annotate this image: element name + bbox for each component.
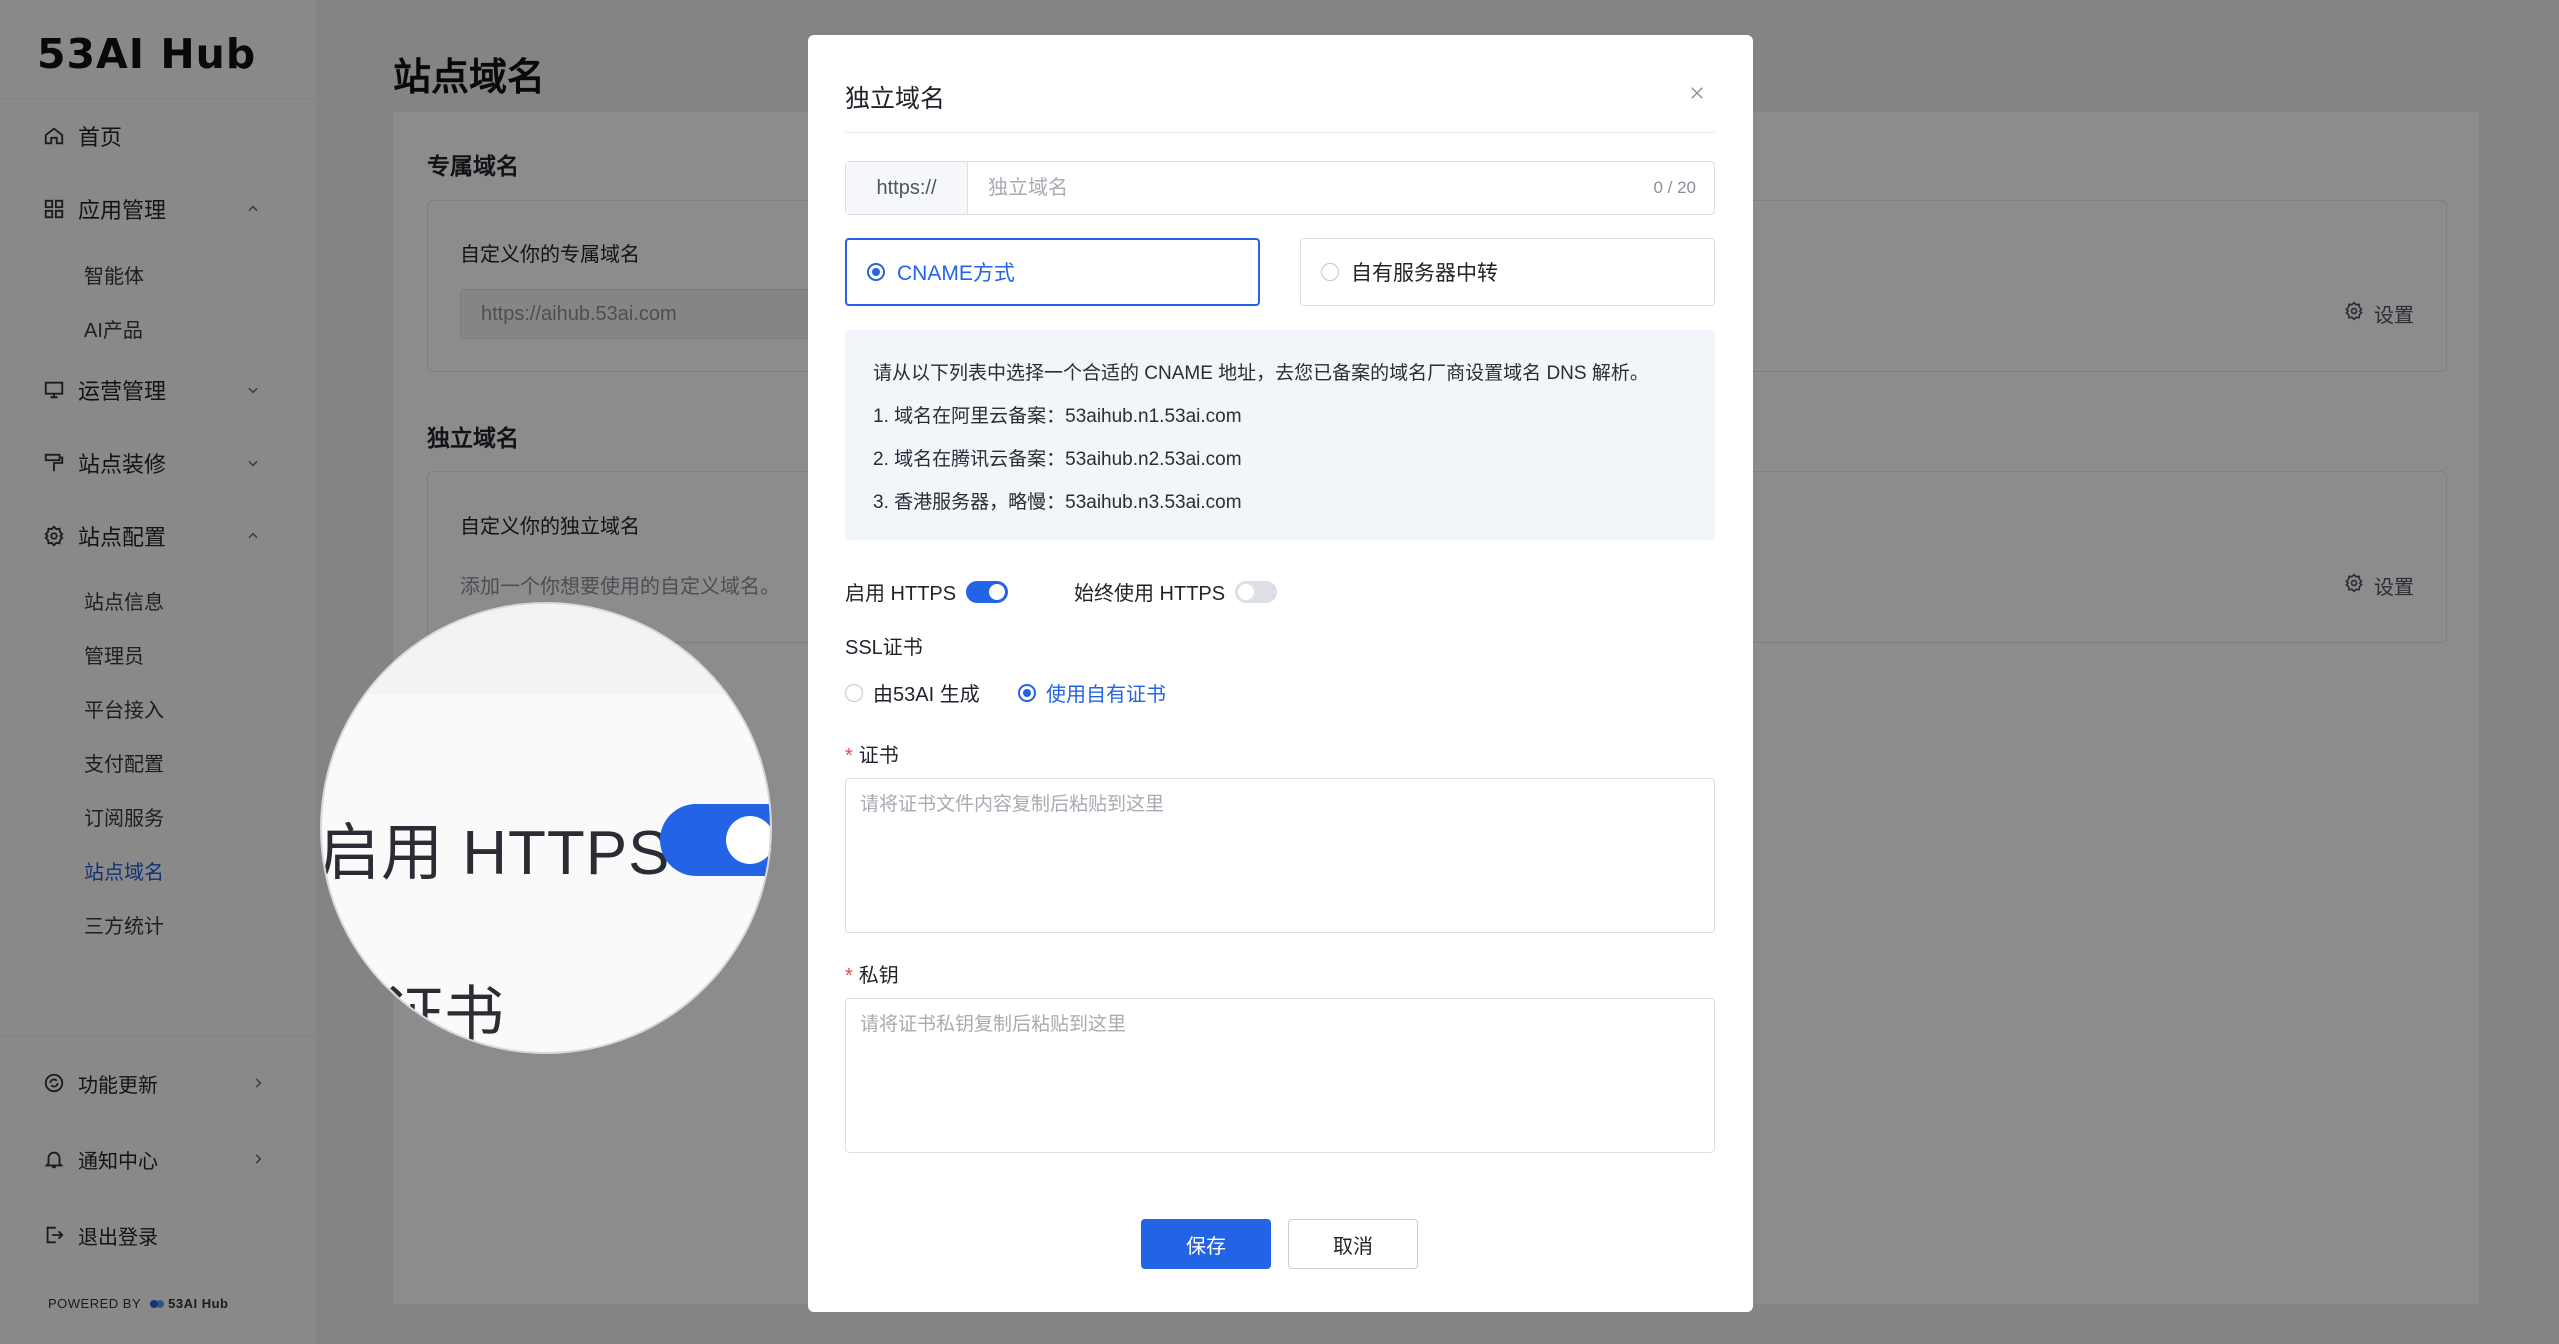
enable-https-label: 启用 HTTPS <box>845 583 957 605</box>
required-mark: * <box>845 745 853 767</box>
radio-unchecked-icon <box>1321 263 1339 281</box>
mode-proxy-option[interactable]: 自有服务器中转 <box>1300 238 1715 306</box>
cert-textarea[interactable] <box>845 778 1715 933</box>
enable-https-toggle[interactable] <box>966 580 1009 603</box>
key-label: * 私钥 <box>845 959 899 988</box>
ssl-option-generated-label: 由53AI 生成 <box>873 684 980 706</box>
cert-label: * 证书 <box>845 739 899 768</box>
mode-proxy-label: 自有服务器中转 <box>1351 262 1498 285</box>
mode-cname-label: CNAME方式 <box>897 262 1015 285</box>
char-count: 0 / 20 <box>1653 178 1696 197</box>
always-https-row: 始终使用 HTTPS <box>1074 577 1278 606</box>
mode-cname-option[interactable]: CNAME方式 <box>845 238 1260 306</box>
info-line: 请从以下列表中选择一个合适的 CNAME 地址，去您已备案的域名厂商设置域名 D… <box>873 363 1649 384</box>
ssl-option-own[interactable]: 使用自有证书 <box>1018 678 1166 707</box>
info-line: 2. 域名在腾讯云备案：53aihub.n2.53ai.com <box>873 449 1242 470</box>
domain-url-group: https:// 0 / 20 <box>845 161 1715 215</box>
always-https-toggle[interactable] <box>1235 580 1278 603</box>
save-button[interactable]: 保存 <box>1141 1219 1271 1269</box>
ssl-option-own-label: 使用自有证书 <box>1046 684 1166 706</box>
url-prefix: https:// <box>846 162 968 214</box>
divider <box>845 132 1715 133</box>
enable-https-row: 启用 HTTPS <box>845 577 1009 606</box>
always-https-label: 始终使用 HTTPS <box>1074 583 1226 605</box>
toggle-knob <box>1238 583 1255 600</box>
zoom-magnifier: 启用 HTTPS 证书 <box>322 604 770 1052</box>
modal-title: 独立域名 <box>845 85 946 113</box>
info-line: 3. 香港服务器，略慢：53aihub.n3.53ai.com <box>873 492 1242 513</box>
radio-checked-icon <box>1018 683 1036 702</box>
domain-input[interactable] <box>968 162 1714 214</box>
magnified-cert-label: 证书 <box>384 981 504 1048</box>
magnified-https-label: 启用 HTTPS <box>322 819 671 888</box>
magnifier-strip <box>322 604 770 694</box>
magnified-toggle-knob <box>726 816 770 864</box>
key-label-text: 私钥 <box>858 965 899 987</box>
cancel-button[interactable]: 取消 <box>1288 1219 1418 1269</box>
key-textarea[interactable] <box>845 998 1715 1153</box>
radio-checked-icon <box>867 263 885 281</box>
info-line: 1. 域名在阿里云备案：53aihub.n1.53ai.com <box>873 406 1242 427</box>
ssl-option-generated[interactable]: 由53AI 生成 <box>845 678 980 707</box>
radio-unchecked-icon <box>845 683 863 702</box>
required-mark: * <box>845 965 853 987</box>
close-icon[interactable] <box>1684 80 1710 106</box>
toggle-knob <box>989 583 1006 600</box>
ssl-label: SSL证书 <box>845 637 923 659</box>
cert-label-text: 证书 <box>858 745 899 767</box>
